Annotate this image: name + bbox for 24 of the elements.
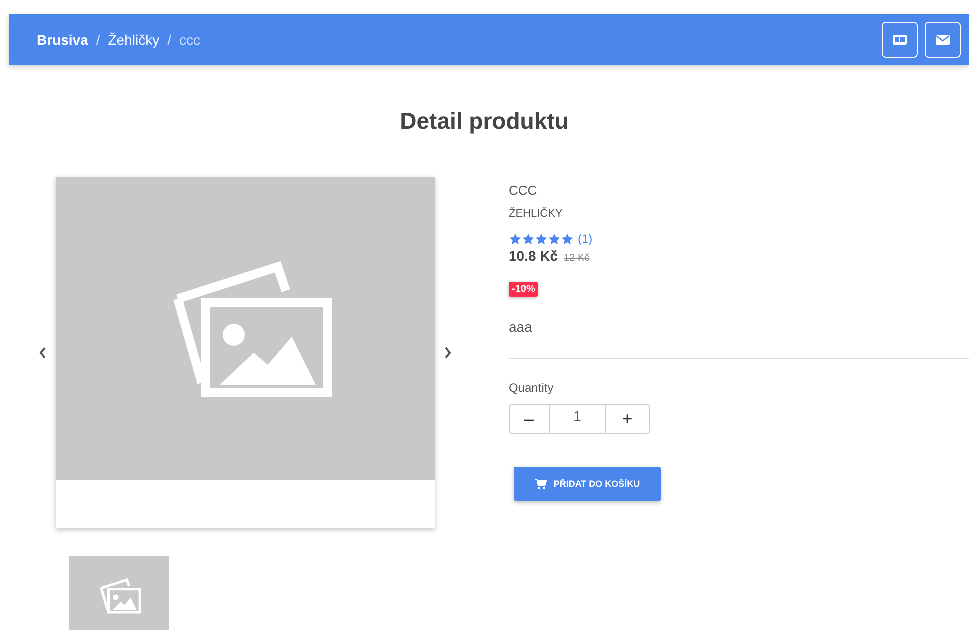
increase-button[interactable]: +: [605, 404, 650, 434]
cart-icon: [534, 478, 547, 490]
product-name: CCC: [509, 183, 538, 198]
breadcrumb-separator: /: [168, 32, 172, 48]
breadcrumb-link[interactable]: Žehličky: [108, 32, 160, 48]
quantity-field[interactable]: 1: [550, 404, 605, 434]
mail-button[interactable]: [925, 22, 961, 58]
mail-icon: [936, 34, 950, 44]
price: 10.8 Kč: [509, 248, 558, 264]
product-category: ŽEHLIČKY: [509, 208, 564, 220]
breadcrumb-separator: /: [96, 32, 100, 48]
old-price: 12 Kč: [564, 253, 590, 264]
card-button[interactable]: [882, 22, 918, 58]
breadcrumb-link[interactable]: ccc: [180, 32, 200, 48]
page-title: Detail produktu: [399, 108, 570, 135]
add-to-cart-button[interactable]: PŘIDAT DO KOŠÍKU: [514, 467, 661, 501]
breadcrumb-link[interactable]: Brusiva: [37, 32, 88, 48]
card-icon: [893, 34, 907, 44]
quantity-label: Quantity: [509, 381, 555, 395]
decrease-button[interactable]: –: [509, 404, 550, 434]
discount-badge: -10%: [509, 282, 538, 297]
review-count[interactable]: (1): [578, 232, 593, 246]
thumbnail[interactable]: [69, 556, 169, 630]
product-description: aaa: [509, 319, 534, 335]
